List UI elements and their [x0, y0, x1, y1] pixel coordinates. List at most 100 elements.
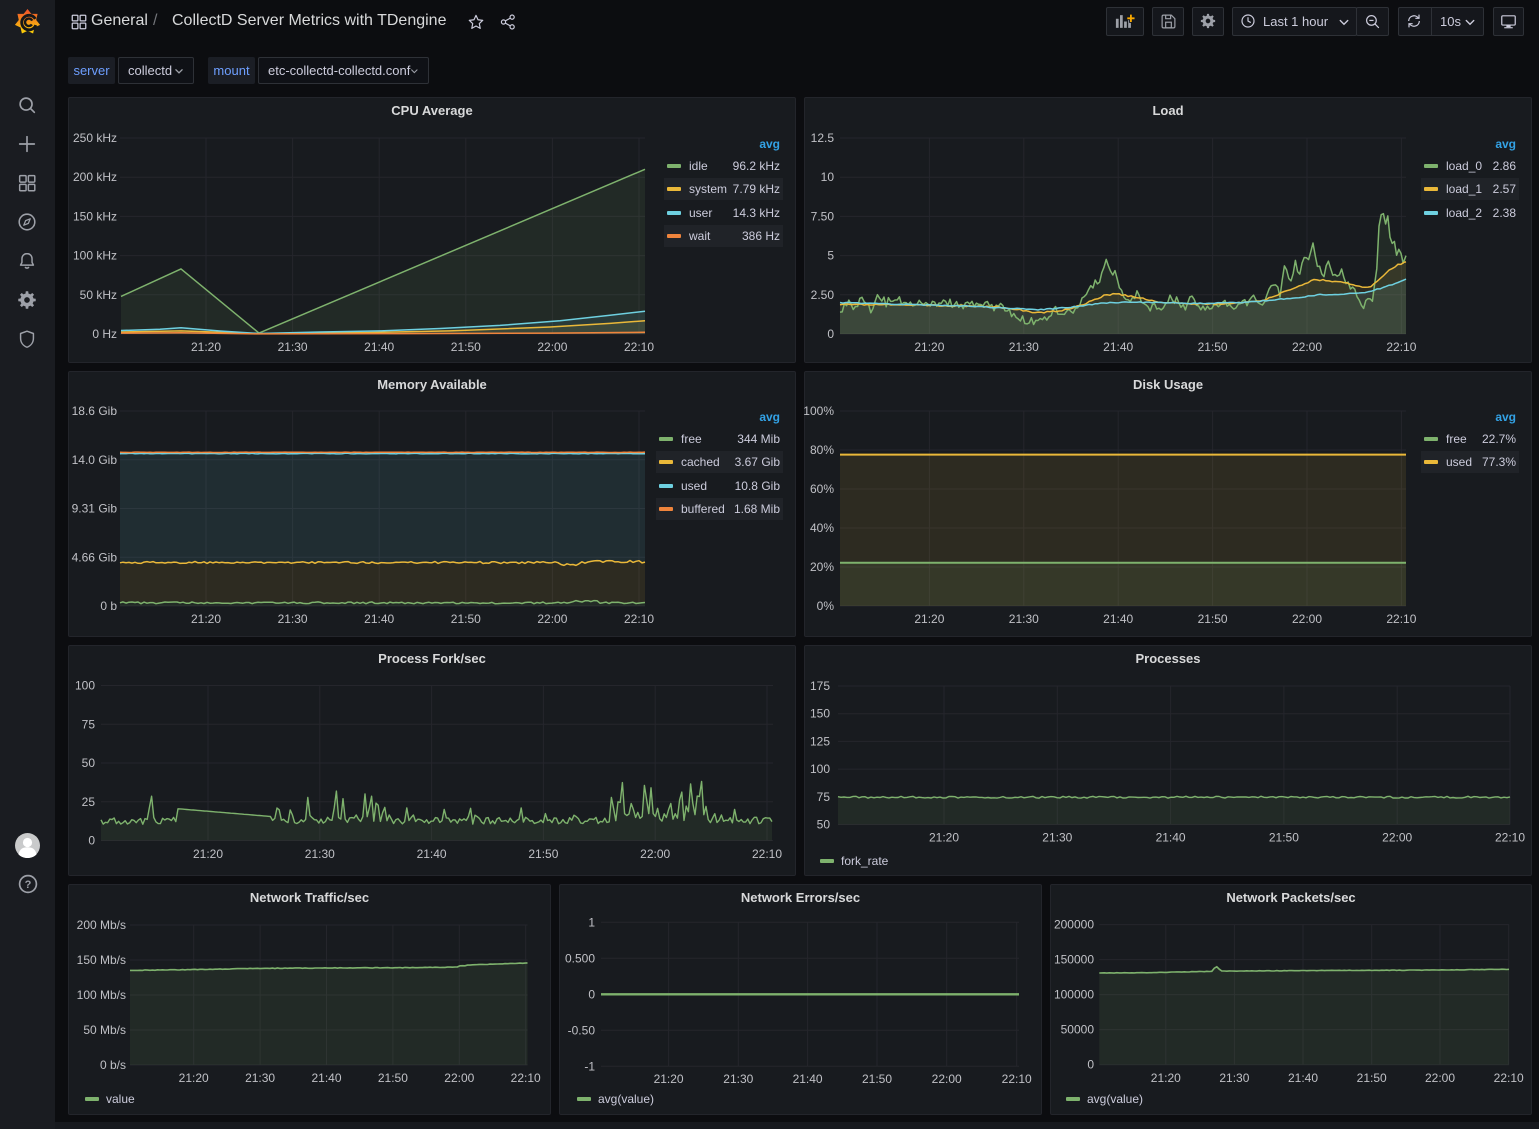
svg-text:21:50: 21:50: [451, 612, 481, 626]
svg-text:50 kHz: 50 kHz: [80, 288, 117, 302]
svg-text:4.66 Gib: 4.66 Gib: [72, 550, 118, 564]
svg-text:100000: 100000: [1054, 988, 1094, 1002]
svg-text:21:20: 21:20: [914, 340, 944, 354]
svg-text:21:40: 21:40: [1103, 612, 1133, 626]
svg-text:21:30: 21:30: [723, 1072, 753, 1086]
svg-text:22:00: 22:00: [640, 847, 670, 861]
svg-text:22:00: 22:00: [444, 1071, 474, 1085]
svg-text:22:00: 22:00: [537, 612, 567, 626]
svg-text:0 b/s: 0 b/s: [100, 1058, 126, 1072]
svg-text:5: 5: [827, 249, 834, 263]
svg-text:0 b: 0 b: [100, 599, 117, 613]
svg-text:22:00: 22:00: [1292, 612, 1322, 626]
svg-text:21:20: 21:20: [929, 831, 959, 845]
svg-text:250 kHz: 250 kHz: [73, 131, 117, 145]
svg-text:21:30: 21:30: [1009, 612, 1039, 626]
svg-text:22:10: 22:10: [511, 1071, 541, 1085]
svg-text:12.5: 12.5: [811, 131, 835, 145]
svg-text:21:20: 21:20: [191, 340, 221, 354]
svg-text:22:00: 22:00: [932, 1072, 962, 1086]
svg-text:150 Mb/s: 150 Mb/s: [77, 953, 126, 967]
svg-text:21:50: 21:50: [378, 1071, 408, 1085]
svg-text:7.50: 7.50: [811, 209, 835, 223]
svg-text:200 Mb/s: 200 Mb/s: [77, 918, 126, 932]
svg-text:22:10: 22:10: [1494, 1071, 1524, 1085]
svg-text:150 kHz: 150 kHz: [73, 209, 117, 223]
svg-text:21:30: 21:30: [305, 847, 335, 861]
svg-text:100: 100: [75, 679, 95, 693]
svg-text:22:00: 22:00: [1382, 831, 1412, 845]
svg-text:60%: 60%: [810, 482, 834, 496]
svg-text:21:40: 21:40: [1103, 340, 1133, 354]
svg-text:125: 125: [810, 734, 830, 748]
svg-text:22:10: 22:10: [752, 847, 782, 861]
svg-text:50 Mb/s: 50 Mb/s: [83, 1023, 126, 1037]
svg-text:21:40: 21:40: [364, 340, 394, 354]
svg-text:21:30: 21:30: [245, 1071, 275, 1085]
svg-text:22:10: 22:10: [624, 612, 654, 626]
svg-text:21:40: 21:40: [793, 1072, 823, 1086]
svg-text:-0.50: -0.50: [568, 1023, 596, 1037]
svg-text:21:50: 21:50: [862, 1072, 892, 1086]
svg-text:200000: 200000: [1054, 918, 1094, 932]
svg-text:21:40: 21:40: [311, 1071, 341, 1085]
svg-text:21:20: 21:20: [1151, 1071, 1181, 1085]
svg-text:21:50: 21:50: [1357, 1071, 1387, 1085]
svg-text:21:20: 21:20: [193, 847, 223, 861]
svg-text:20%: 20%: [810, 560, 834, 574]
svg-text:0 Hz: 0 Hz: [92, 327, 117, 341]
svg-text:150000: 150000: [1054, 953, 1094, 967]
svg-text:100: 100: [810, 762, 830, 776]
svg-text:21:40: 21:40: [364, 612, 394, 626]
svg-text:21:50: 21:50: [451, 340, 481, 354]
svg-text:100 kHz: 100 kHz: [73, 249, 117, 263]
svg-text:175: 175: [810, 679, 830, 693]
svg-text:21:30: 21:30: [1219, 1071, 1249, 1085]
svg-text:21:20: 21:20: [179, 1071, 209, 1085]
svg-text:0: 0: [1087, 1058, 1094, 1072]
svg-text:22:10: 22:10: [1386, 612, 1416, 626]
svg-text:150: 150: [810, 707, 830, 721]
svg-text:10: 10: [821, 170, 835, 184]
svg-text:100%: 100%: [803, 404, 834, 418]
svg-text:21:50: 21:50: [528, 847, 558, 861]
svg-text:21:20: 21:20: [191, 612, 221, 626]
svg-text:50000: 50000: [1061, 1023, 1095, 1037]
svg-text:?: ?: [25, 879, 32, 891]
svg-text:9.31 Gib: 9.31 Gib: [72, 502, 118, 516]
svg-text:21:50: 21:50: [1269, 831, 1299, 845]
svg-text:0: 0: [827, 327, 834, 341]
svg-text:75: 75: [817, 790, 831, 804]
svg-text:22:00: 22:00: [537, 340, 567, 354]
svg-text:0: 0: [88, 834, 95, 848]
svg-text:-1: -1: [584, 1059, 595, 1073]
svg-text:14.0 Gib: 14.0 Gib: [72, 453, 118, 467]
svg-text:21:50: 21:50: [1198, 340, 1228, 354]
svg-text:0.500: 0.500: [565, 951, 595, 965]
svg-text:18.6 Gib: 18.6 Gib: [72, 404, 118, 418]
svg-text:22:10: 22:10: [624, 340, 654, 354]
svg-text:80%: 80%: [810, 443, 834, 457]
svg-text:50: 50: [817, 818, 831, 832]
svg-text:21:30: 21:30: [278, 340, 308, 354]
svg-text:100 Mb/s: 100 Mb/s: [77, 988, 126, 1002]
svg-text:21:50: 21:50: [1198, 612, 1228, 626]
svg-text:21:20: 21:20: [654, 1072, 684, 1086]
svg-text:22:00: 22:00: [1425, 1071, 1455, 1085]
svg-text:22:10: 22:10: [1386, 340, 1416, 354]
svg-text:2.50: 2.50: [811, 288, 835, 302]
svg-text:25: 25: [82, 795, 96, 809]
svg-text:21:40: 21:40: [417, 847, 447, 861]
svg-text:0: 0: [588, 987, 595, 1001]
svg-text:75: 75: [82, 717, 96, 731]
svg-text:40%: 40%: [810, 521, 834, 535]
svg-text:21:40: 21:40: [1288, 1071, 1318, 1085]
svg-text:22:10: 22:10: [1002, 1072, 1032, 1086]
svg-text:21:30: 21:30: [1009, 340, 1039, 354]
svg-text:21:40: 21:40: [1156, 831, 1186, 845]
svg-text:50: 50: [82, 756, 96, 770]
svg-text:21:30: 21:30: [278, 612, 308, 626]
svg-text:1: 1: [588, 915, 595, 929]
svg-text:200 kHz: 200 kHz: [73, 170, 117, 184]
svg-text:22:10: 22:10: [1495, 831, 1525, 845]
